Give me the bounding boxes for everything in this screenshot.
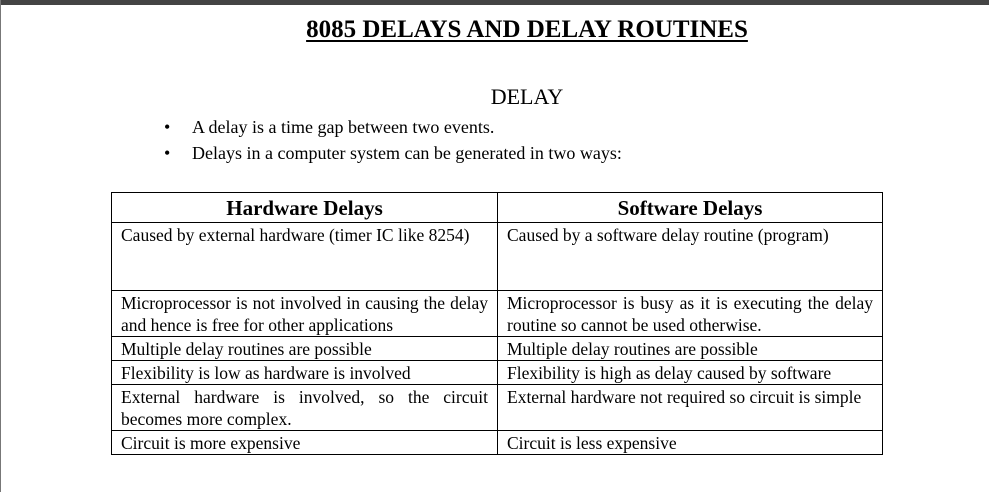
table-cell: Circuit is more expensive	[111, 430, 498, 455]
table-cell: Microprocessor is busy as it is executin…	[497, 290, 883, 337]
header-software-delays: Software Delays	[497, 192, 883, 223]
table-row: Multiple delay routines are possible Mul…	[111, 336, 883, 361]
table-cell: Flexibility is high as delay caused by s…	[497, 360, 883, 385]
table-cell: Flexibility is low as hardware is involv…	[111, 360, 498, 385]
table-cell: Multiple delay routines are possible	[497, 336, 883, 361]
table-header-row: Hardware Delays Software Delays	[111, 192, 883, 223]
table-row: Microprocessor is not involved in causin…	[111, 290, 883, 337]
table-cell: Circuit is less expensive	[497, 430, 883, 455]
comparison-table: Hardware Delays Software Delays Caused b…	[111, 192, 883, 455]
bullet-item: • Delays in a computer system can be gene…	[162, 140, 622, 166]
bullet-list: • A delay is a time gap between two event…	[162, 114, 622, 166]
table-cell: Caused by external hardware (timer IC li…	[111, 222, 498, 291]
table-cell: Multiple delay routines are possible	[111, 336, 498, 361]
section-heading: DELAY	[490, 84, 564, 109]
page-title: 8085 DELAYS AND DELAY ROUTINES	[306, 16, 748, 43]
bullet-text: Delays in a computer system can be gener…	[192, 143, 622, 163]
page-left-edge	[0, 0, 1, 492]
table-row: Flexibility is low as hardware is involv…	[111, 360, 883, 385]
table-row: External hardware is involved, so the ci…	[111, 384, 883, 431]
table-cell: Caused by a software delay routine (prog…	[497, 222, 883, 291]
bullet-icon: •	[164, 117, 171, 137]
bullet-icon: •	[164, 143, 171, 163]
table-row: Circuit is more expensive Circuit is les…	[111, 430, 883, 455]
header-hardware-delays: Hardware Delays	[111, 192, 498, 223]
bullet-text: A delay is a time gap between two events…	[192, 117, 495, 137]
table-row: Caused by external hardware (timer IC li…	[111, 222, 883, 291]
bullet-item: • A delay is a time gap between two event…	[162, 114, 622, 140]
window-top-border	[0, 0, 989, 5]
table-cell: External hardware is involved, so the ci…	[111, 384, 498, 431]
table-cell: Microprocessor is not involved in causin…	[111, 290, 498, 337]
table-cell: External hardware not required so circui…	[497, 384, 883, 431]
